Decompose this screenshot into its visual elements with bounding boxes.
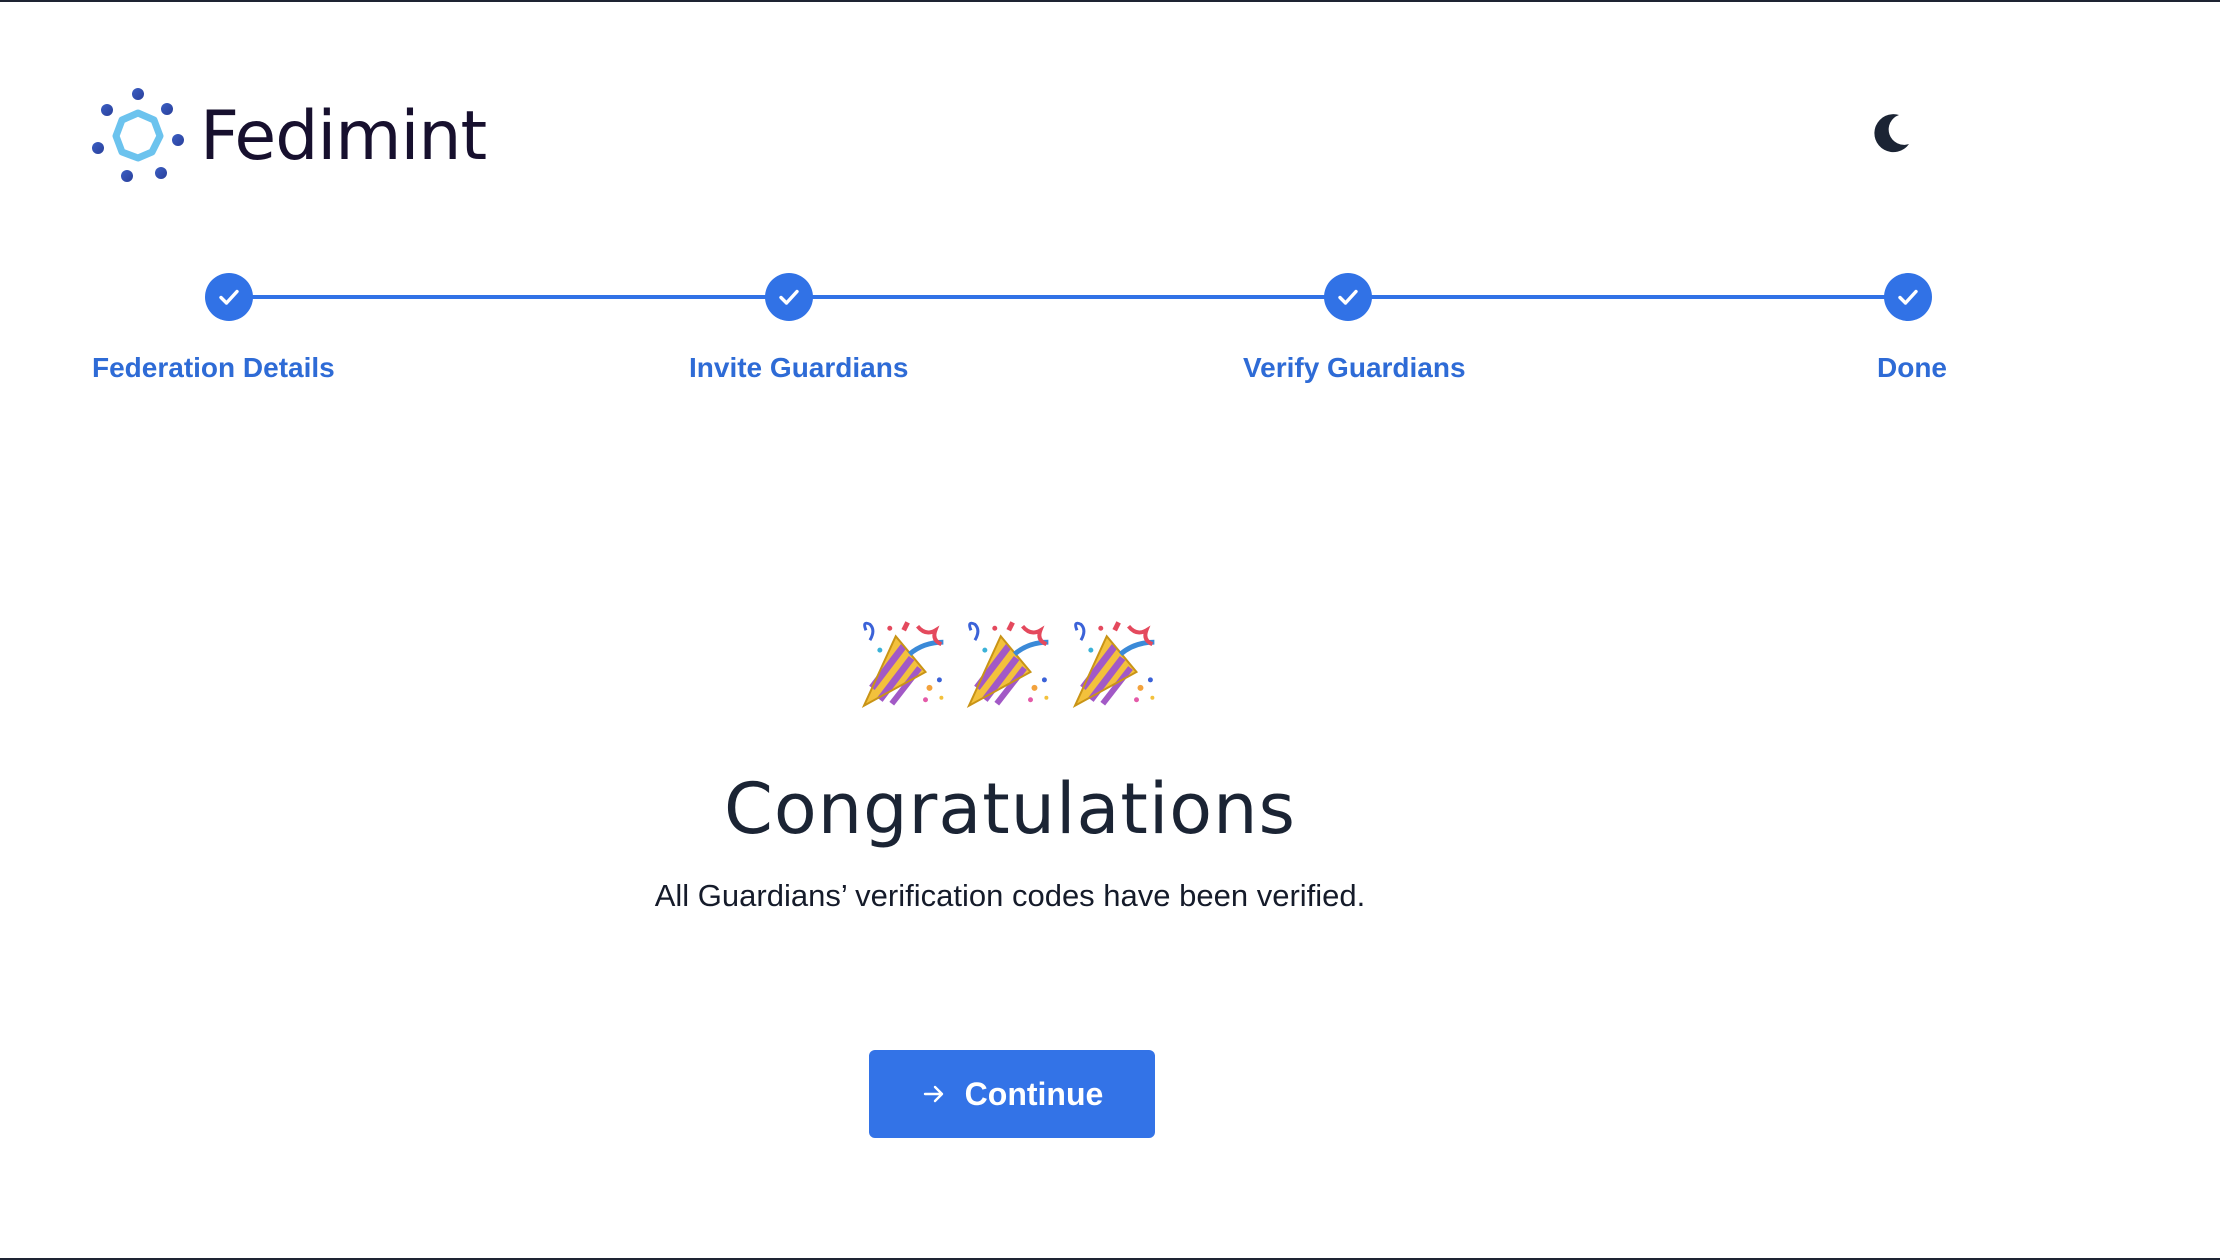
step-1-complete-indicator	[205, 273, 253, 321]
step-label-done: Done	[1877, 352, 1947, 383]
continue-button[interactable]: Continue	[869, 1050, 1155, 1138]
arrow-right-icon	[923, 1085, 943, 1103]
moon-icon	[1874, 114, 1909, 153]
party-popper-icon	[861, 621, 944, 709]
step-label-verify-guardians: Verify Guardians	[1243, 352, 1466, 383]
checkmark-icon	[219, 289, 239, 305]
brand-name: Fedimint	[200, 96, 487, 176]
party-popper-icon	[1072, 621, 1155, 709]
continue-button-label: Continue	[964, 1075, 1104, 1112]
verification-message: All Guardians’ verification codes have b…	[654, 878, 1366, 913]
stepper-connector-line	[228, 295, 1908, 299]
checkmark-icon	[1338, 289, 1358, 305]
fedimint-logo[interactable]: Fedimint	[90, 88, 487, 184]
party-popper-icon	[967, 621, 1049, 709]
theme-toggle-button[interactable]	[1868, 110, 1914, 156]
checkmark-icon	[779, 289, 799, 305]
step-2-complete-indicator	[765, 273, 813, 321]
congratulations-heading: Congratulations	[724, 768, 1296, 850]
top-border	[0, 0, 2220, 2]
celebration-emojis	[860, 620, 1160, 712]
step-4-complete-indicator	[1884, 273, 1932, 321]
fedimint-logo-icon	[92, 88, 184, 182]
step-label-federation-details: Federation Details	[92, 352, 335, 383]
step-label-invite-guardians: Invite Guardians	[689, 352, 909, 383]
step-3-complete-indicator	[1324, 273, 1372, 321]
setup-progress-stepper: Federation Details Invite Guardians Veri…	[0, 270, 2220, 400]
checkmark-icon	[1898, 289, 1918, 305]
